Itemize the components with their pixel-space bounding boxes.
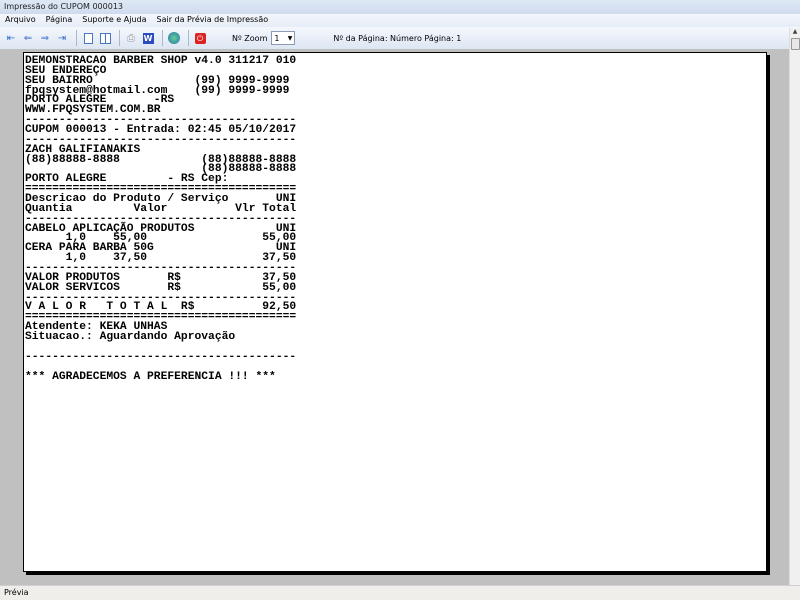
word-export-icon[interactable]: W [141, 31, 155, 45]
receipt-text: DEMONSTRACAO BARBER SHOP v4.0 311217 010… [25, 55, 297, 383]
separator [188, 30, 189, 46]
preview-area: DEMONSTRACAO BARBER SHOP v4.0 311217 010… [0, 49, 789, 585]
menu-bar: Arquivo Página Suporte e Ajuda Sair da P… [0, 14, 800, 27]
menu-arquivo[interactable]: Arquivo [5, 15, 36, 26]
zoom-select[interactable]: 1 ▼ [271, 31, 296, 45]
last-page-icon[interactable]: ⇥ [55, 31, 69, 45]
receipt-line: *** AGRADECEMOS A PREFERENCIA !!! *** [25, 370, 276, 383]
menu-suporte[interactable]: Suporte e Ajuda [82, 15, 146, 26]
zoom-label: Nº Zoom [232, 33, 268, 43]
close-preview-icon[interactable]: ⏻ [193, 31, 207, 45]
scroll-thumb[interactable] [791, 38, 800, 50]
printer-icon[interactable]: ⎙ [124, 31, 138, 45]
separator [162, 30, 163, 46]
chevron-down-icon: ▼ [287, 34, 293, 42]
scroll-up-icon[interactable]: ▲ [790, 28, 800, 35]
menu-pagina[interactable]: Página [46, 15, 73, 26]
separator [119, 30, 120, 46]
status-bar: Prévia [0, 585, 800, 600]
next-page-icon[interactable]: ⇒ [38, 31, 52, 45]
print-page: DEMONSTRACAO BARBER SHOP v4.0 311217 010… [23, 52, 767, 572]
single-page-icon[interactable] [81, 31, 95, 45]
window-title: Impressão do CUPOM 000013 [0, 0, 800, 14]
two-pages-icon[interactable] [98, 31, 112, 45]
page-number-label: Nº da Página: Número Página: 1 [333, 33, 462, 43]
first-page-icon[interactable]: ⇤ [4, 31, 18, 45]
prev-page-icon[interactable]: ⇐ [21, 31, 35, 45]
receipt-line: Situacao.: Aguardando Aprovação [25, 331, 236, 344]
vertical-scrollbar[interactable]: ▲ [789, 28, 800, 585]
receipt-line: ---------------------------------------- [25, 350, 297, 363]
menu-sair[interactable]: Sair da Prévia de Impressão [157, 15, 269, 26]
zoom-value: 1 [274, 33, 280, 43]
toolbar: ⇤ ⇐ ⇒ ⇥ ⎙ W ⏻ Nº Zoom 1 ▼ Nº da Página: N… [0, 27, 800, 49]
email-export-icon[interactable] [167, 31, 181, 45]
separator [76, 30, 77, 46]
